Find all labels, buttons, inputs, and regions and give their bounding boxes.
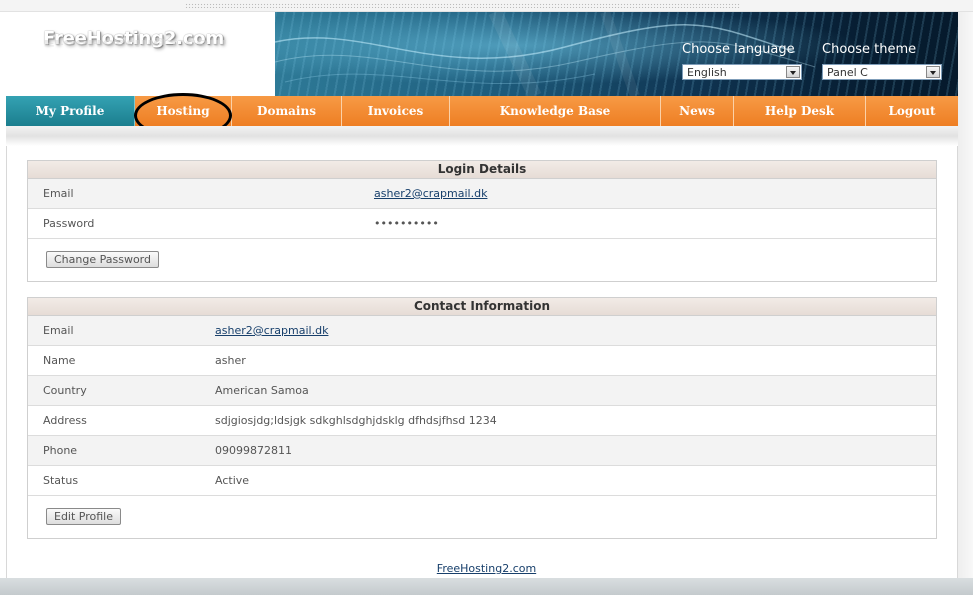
contact-name-value: asher: [215, 354, 246, 367]
contact-row-address: Address sdjgiosjdg;ldsjgk sdkghlsdghjdsk…: [28, 406, 936, 436]
contact-address-value: sdjgiosjdg;ldsjgk sdkghlsdghjdsklg dfhds…: [215, 414, 497, 427]
nav-help-desk[interactable]: Help Desk: [734, 96, 866, 126]
contact-status-value: Active: [215, 474, 250, 487]
contact-country-label: Country: [43, 384, 87, 397]
nav-hosting[interactable]: Hosting: [135, 96, 232, 126]
top-strip: [0, 0, 973, 12]
nav-knowledge-base[interactable]: Knowledge Base: [450, 96, 661, 126]
footer-link[interactable]: FreeHosting2.com: [0, 562, 973, 575]
contact-name-label: Name: [43, 354, 76, 367]
nav-shadow: [6, 126, 958, 146]
contact-phone-value: 09099872811: [215, 444, 292, 457]
right-gutter: [958, 12, 973, 595]
change-password-button[interactable]: Change Password: [46, 251, 159, 268]
contact-country-value: American Samoa: [215, 384, 309, 397]
theme-select[interactable]: Panel C: [822, 64, 942, 80]
edit-profile-button[interactable]: Edit Profile: [46, 508, 122, 525]
language-select-value: English: [687, 66, 727, 79]
login-password-label: Password: [43, 217, 95, 230]
contact-information-title: Contact Information: [28, 298, 936, 316]
chevron-down-icon[interactable]: [786, 66, 800, 78]
nav-my-profile[interactable]: My Profile: [6, 96, 135, 126]
contact-email-link[interactable]: asher2@crapmail.dk: [215, 324, 328, 337]
login-email-row: Email asher2@crapmail.dk: [28, 179, 936, 209]
main-nav: My Profile Hosting Domains Invoices Know…: [6, 96, 958, 126]
contact-email-label: Email: [43, 324, 74, 337]
nav-news[interactable]: News: [661, 96, 734, 126]
login-email-link[interactable]: asher2@crapmail.dk: [374, 187, 487, 200]
nav-logout[interactable]: Logout: [866, 96, 958, 126]
theme-select-value: Panel C: [827, 66, 868, 79]
login-details-panel: Login Details Email asher2@crapmail.dk P…: [27, 160, 937, 282]
nav-invoices[interactable]: Invoices: [342, 96, 450, 126]
language-select[interactable]: English: [682, 64, 802, 80]
chevron-down-icon[interactable]: [926, 66, 940, 78]
contact-row-email: Email asher2@crapmail.dk: [28, 316, 936, 346]
login-details-title: Login Details: [28, 161, 936, 179]
contact-information-panel: Contact Information Email asher2@crapmai…: [27, 297, 937, 539]
choose-language-label: Choose language: [682, 42, 795, 57]
login-email-label: Email: [43, 187, 74, 200]
contact-address-label: Address: [43, 414, 87, 427]
contact-row-phone: Phone 09099872811: [28, 436, 936, 466]
login-password-value: ••••••••••: [374, 217, 439, 230]
contact-phone-label: Phone: [43, 444, 78, 457]
bottom-bar: [0, 578, 973, 595]
logo-area: FreeHosting2.com FreeHosting2.com: [6, 12, 275, 96]
dotted-pattern: [185, 3, 740, 8]
contact-row-country: Country American Samoa: [28, 376, 936, 406]
choose-theme-label: Choose theme: [822, 42, 917, 57]
contact-row-name: Name asher: [28, 346, 936, 376]
login-password-row: Password ••••••••••: [28, 209, 936, 239]
contact-row-status: Status Active: [28, 466, 936, 496]
nav-domains[interactable]: Domains: [232, 96, 342, 126]
site-logo-reflection: FreeHosting2.com: [43, 37, 228, 49]
contact-status-label: Status: [43, 474, 79, 487]
